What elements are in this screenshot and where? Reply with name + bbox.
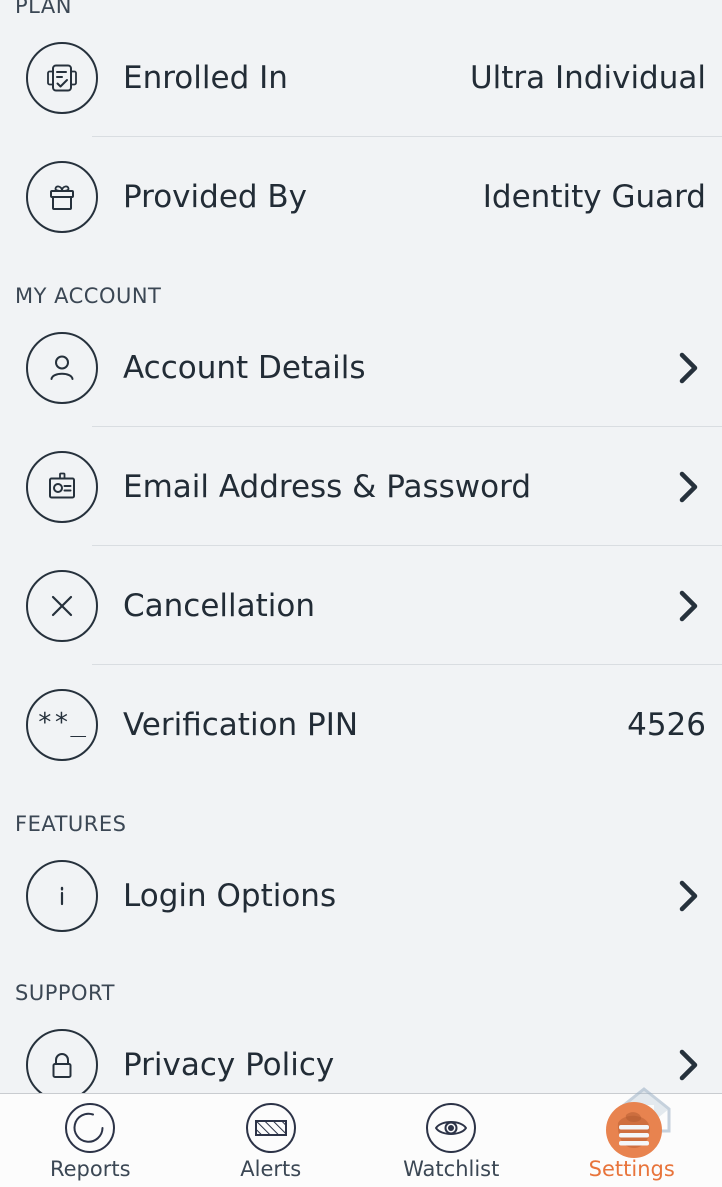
chevron-right-icon[interactable] — [674, 350, 708, 386]
row-label: Cancellation — [123, 587, 316, 624]
row-label: Privacy Policy — [123, 1046, 335, 1083]
row-account-details[interactable]: Account Details — [0, 308, 722, 427]
row-value: Ultra Individual — [469, 59, 706, 96]
settings-hand-list-icon — [605, 1086, 671, 1158]
row-login-options[interactable]: Login Options — [0, 836, 722, 955]
row-value: Identity Guard — [482, 178, 706, 215]
row-label: Provided By — [123, 178, 308, 215]
nav-tab-watchlist[interactable]: Watchlist — [361, 1094, 542, 1187]
info-icon — [26, 859, 98, 932]
settings-orange-circle — [605, 1101, 662, 1158]
id-badge-icon — [26, 450, 98, 523]
row-email-password[interactable]: Email Address & Password — [0, 427, 722, 546]
close-x-icon — [26, 569, 98, 642]
row-label: Login Options — [123, 877, 337, 914]
nav-tab-alerts[interactable]: Alerts — [181, 1094, 362, 1187]
nav-label: Alerts — [240, 1156, 302, 1181]
row-provided-by[interactable]: Provided By Identity Guard — [0, 137, 722, 256]
pin-mask-glyph: **_ — [37, 707, 87, 738]
section-header-support: SUPPORT — [15, 981, 115, 1005]
chevron-right-icon[interactable] — [674, 878, 708, 914]
chevron-right-icon[interactable] — [674, 469, 708, 505]
row-label: Email Address & Password — [123, 468, 531, 505]
row-enrolled-in[interactable]: Enrolled In Ultra Individual — [0, 18, 722, 137]
gift-icon — [26, 160, 98, 233]
nav-tab-settings[interactable]: Settings — [542, 1086, 722, 1187]
alerts-hatched-icon — [244, 1101, 298, 1155]
row-label: Enrolled In — [123, 59, 288, 96]
lock-icon — [26, 1028, 98, 1093]
section-header-plan: PLAN — [15, 0, 72, 18]
row-privacy-policy[interactable]: Privacy Policy — [0, 1005, 722, 1093]
row-label: Verification PIN — [123, 706, 359, 743]
section-header-features: FEATURES — [15, 812, 127, 836]
plan-document-icon — [26, 41, 98, 114]
reports-gauge-icon — [63, 1101, 117, 1155]
settings-screen: PLAN Enrolled In Ultra Individual Provid… — [0, 0, 722, 1187]
chevron-right-icon[interactable] — [674, 588, 708, 624]
row-verification-pin[interactable]: **_ Verification PIN 4526 — [0, 665, 722, 784]
section-header-my-account: MY ACCOUNT — [15, 284, 162, 308]
settings-scroll-area[interactable]: PLAN Enrolled In Ultra Individual Provid… — [0, 0, 722, 1093]
nav-label: Watchlist — [403, 1156, 500, 1181]
row-label: Account Details — [123, 349, 366, 386]
nav-label: Reports — [49, 1156, 131, 1181]
bottom-navigation-bar: Reports Alerts Watchlist Settings — [0, 1086, 722, 1187]
row-value: 4526 — [627, 706, 706, 743]
chevron-right-icon[interactable] — [674, 1047, 708, 1083]
nav-label: Settings — [588, 1156, 675, 1181]
row-cancellation[interactable]: Cancellation — [0, 546, 722, 665]
nav-tab-reports[interactable]: Reports — [0, 1094, 181, 1187]
pin-mask-icon: **_ — [26, 688, 98, 761]
person-icon — [26, 331, 98, 404]
eye-icon — [424, 1101, 478, 1155]
